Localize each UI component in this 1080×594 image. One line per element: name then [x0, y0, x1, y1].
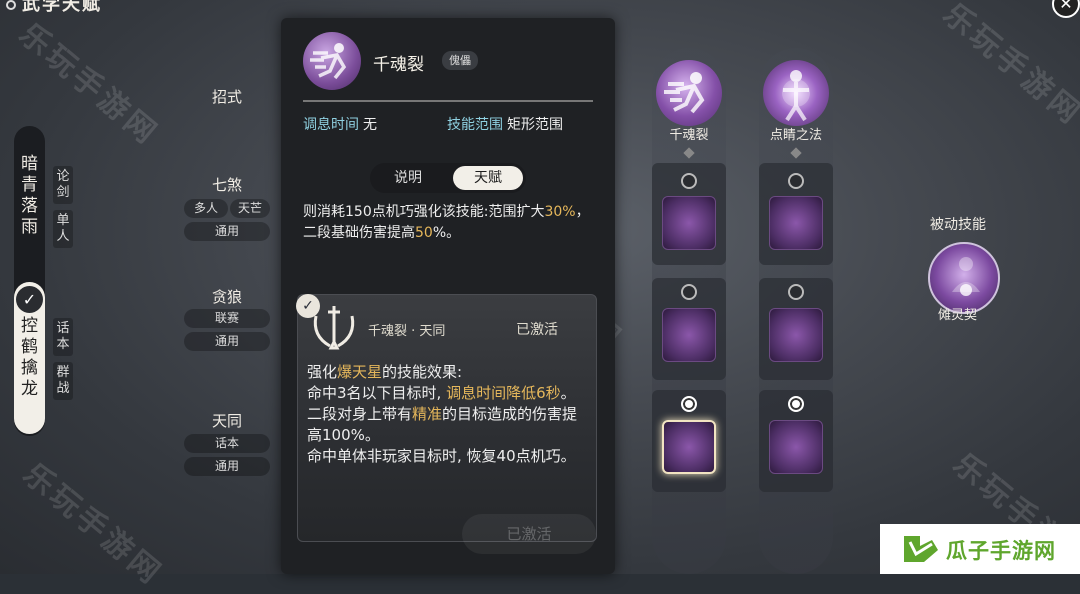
- category-tiantong[interactable]: 天同: [184, 410, 270, 431]
- category-tag: 通用: [184, 222, 270, 241]
- range-info: 技能范围 矩形范围: [447, 114, 563, 134]
- checkmark-icon: ✓: [296, 294, 320, 318]
- talent-card: ✓ 千魂裂 · 天同 已激活 强化爆天星的技能效果: 命中3名以下目标时, 调息…: [296, 294, 597, 542]
- school-switcher: 暗青落雨 ✓ 控鹤擒龙: [14, 126, 45, 436]
- skill-icon-dianjingzhifa[interactable]: [763, 60, 829, 126]
- star-circle-icon[interactable]: [769, 420, 823, 474]
- checkmark-icon: ✓: [16, 286, 43, 313]
- mode-tag-qunzhan[interactable]: 群战: [53, 362, 73, 400]
- mode-tag-huaben[interactable]: 话本: [53, 318, 73, 356]
- category-tag: 天芒: [230, 199, 270, 218]
- skill-type-badge: 傀儡: [442, 51, 478, 70]
- category-tag: 话本: [184, 434, 270, 453]
- cooldown-info: 调息时间无: [303, 114, 377, 134]
- running-figure-icon: [664, 72, 705, 114]
- talent-description: 强化爆天星的技能效果: 命中3名以下目标时, 调息时间降低6秒。 二段对身上带有…: [307, 363, 578, 465]
- crossed-blades-icon[interactable]: [662, 308, 716, 362]
- yin-yang-icon[interactable]: [769, 196, 823, 250]
- school-tab-anqingluoyu[interactable]: 暗青落雨: [14, 154, 45, 238]
- school-tab-konghequlong[interactable]: ✓ 控鹤擒龙: [14, 282, 45, 434]
- talent-description-partial: 则消耗150点机巧强化该技能:范围扩大30%，二段基础伤害提高50%。: [303, 204, 590, 241]
- radio-ring-selected: [788, 396, 804, 412]
- settings-icon: [6, 0, 16, 10]
- page-title: 武学天赋: [6, 0, 102, 16]
- glowing-figure-icon: [782, 70, 810, 122]
- talent-status: 已激活: [516, 322, 558, 338]
- divider: [303, 100, 593, 102]
- mode-tag-danren[interactable]: 单人: [53, 210, 73, 248]
- close-icon: ✕: [1059, 0, 1073, 13]
- radio-ring: [788, 284, 804, 300]
- category-qisha[interactable]: 七煞: [184, 174, 270, 195]
- tab-description[interactable]: 说明: [373, 166, 443, 190]
- logo-text: 瓜子手游网: [946, 539, 1056, 563]
- skill-avatar: [303, 32, 361, 90]
- radio-ring: [681, 284, 697, 300]
- cooldown-label: 调息时间: [303, 117, 359, 133]
- radio-ring-selected: [681, 396, 697, 412]
- detail-tabs: 说明 天赋: [370, 163, 526, 193]
- range-value: 矩形范围: [507, 117, 563, 133]
- school-label: 控鹤擒龙: [21, 316, 38, 399]
- passive-title: 被动技能: [930, 217, 986, 233]
- category-zhaoshi[interactable]: 招式: [184, 86, 270, 107]
- wheel-icon[interactable]: [769, 308, 823, 362]
- radio-ring: [681, 173, 697, 189]
- talent-name: 千魂裂 · 天同: [368, 324, 446, 339]
- category-tag: 联赛: [184, 309, 270, 328]
- activated-button[interactable]: 已激活: [462, 514, 596, 554]
- range-label: 技能范围: [447, 117, 503, 133]
- skill-icon-qianhunlie[interactable]: [656, 60, 722, 126]
- sword-emblem-icon[interactable]: [662, 420, 716, 474]
- cooldown-value: 无: [363, 117, 377, 133]
- radio-ring: [788, 173, 804, 189]
- category-tag: 通用: [184, 332, 270, 351]
- logo-mark-icon: [904, 536, 938, 562]
- skill-label: 千魂裂: [669, 128, 709, 143]
- running-figure-icon: [310, 43, 347, 80]
- skill-detail-popup: 千魂裂 傀儡 调息时间无 技能范围 矩形范围 说明 天赋 则消耗150点机巧强化该…: [281, 18, 615, 574]
- mode-tag-lunjian[interactable]: 论剑: [53, 166, 73, 204]
- site-logo: 瓜子手游网: [880, 524, 1080, 574]
- category-tag: 通用: [184, 457, 270, 476]
- skill-name: 千魂裂: [373, 55, 424, 75]
- category-tag: 多人: [184, 199, 228, 218]
- passive-name: 傩灵契: [938, 308, 978, 323]
- category-tanlang[interactable]: 贪狼: [184, 286, 270, 307]
- skill-label: 点睛之法: [769, 128, 822, 143]
- sword-emblem-icon[interactable]: [662, 196, 716, 250]
- tab-talent[interactable]: 天赋: [453, 166, 523, 190]
